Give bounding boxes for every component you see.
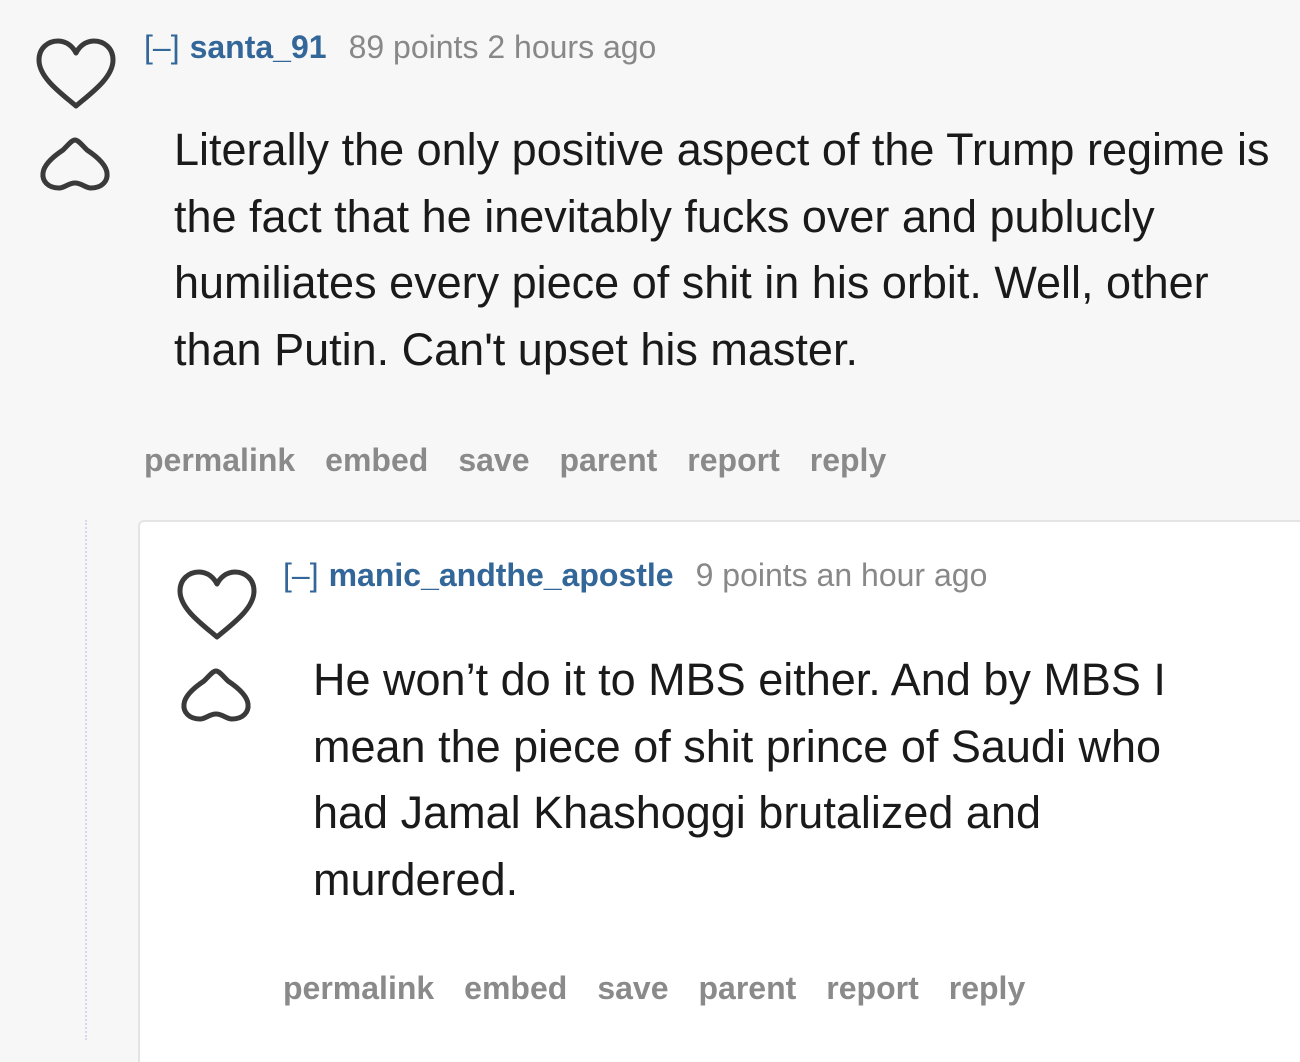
vote-column <box>36 38 116 208</box>
comment-meta: 9 points an hour ago <box>695 557 988 593</box>
comment-actions: permalink embed save parent report reply <box>283 968 1055 1008</box>
save-link[interactable]: save <box>458 442 529 478</box>
collapse-toggle[interactable]: [–] <box>283 557 319 593</box>
comment-body: He won’t do it to MBS either. And by MBS… <box>313 654 1166 905</box>
comment-body: Literally the only positive aspect of th… <box>174 124 1270 375</box>
parent-link[interactable]: parent <box>560 442 658 478</box>
vote-column <box>177 569 257 739</box>
thread-guide-line[interactable] <box>85 520 87 1040</box>
reply-link[interactable]: reply <box>949 970 1025 1006</box>
heart-icon[interactable] <box>36 38 116 112</box>
comment-tagline: [–] santa_91 89 points 2 hours ago <box>144 27 656 67</box>
author-link[interactable]: santa_91 <box>190 29 327 65</box>
comment-meta: 89 points 2 hours ago <box>348 29 657 65</box>
report-link[interactable]: report <box>687 442 779 478</box>
permalink-link[interactable]: permalink <box>144 442 295 478</box>
embed-link[interactable]: embed <box>464 970 567 1006</box>
report-link[interactable]: report <box>826 970 918 1006</box>
collapse-toggle[interactable]: [–] <box>144 29 180 65</box>
comment-tagline: [–] manic_andthe_apostle 9 points an hour … <box>283 555 987 595</box>
reply-link[interactable]: reply <box>810 442 886 478</box>
cloud-icon[interactable] <box>39 136 111 194</box>
permalink-link[interactable]: permalink <box>283 970 434 1006</box>
save-link[interactable]: save <box>597 970 668 1006</box>
comment-child: [–] manic_andthe_apostle 9 points an hour … <box>138 520 1300 1062</box>
author-link[interactable]: manic_andthe_apostle <box>329 557 674 593</box>
parent-link[interactable]: parent <box>699 970 797 1006</box>
comment-actions: permalink embed save parent report reply <box>144 440 916 480</box>
heart-icon[interactable] <box>177 569 257 643</box>
cloud-icon[interactable] <box>180 667 252 725</box>
embed-link[interactable]: embed <box>325 442 428 478</box>
comment-parent: [–] santa_91 89 points 2 hours ago Literal… <box>0 0 1300 500</box>
